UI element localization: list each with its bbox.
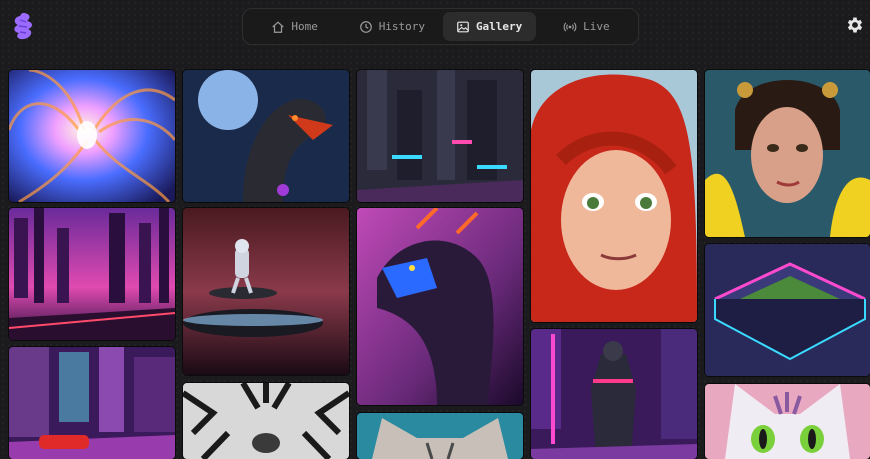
- gallery-image-neon-street-car[interactable]: [9, 347, 175, 459]
- gallery-image-tiger[interactable]: [183, 383, 349, 459]
- purple-blob-logo-icon: [14, 13, 33, 40]
- gallery-image-cyber-city-1[interactable]: [357, 70, 523, 202]
- tab-gallery[interactable]: Gallery: [442, 12, 536, 41]
- tab-live-label: Live: [583, 20, 610, 33]
- gallery-image-red-hair-girl[interactable]: [531, 70, 697, 322]
- settings-button[interactable]: [845, 15, 865, 35]
- gallery-image-neon-skyline[interactable]: [9, 208, 175, 340]
- image-icon: [457, 21, 469, 32]
- history-icon: [359, 20, 372, 33]
- tab-history-label: History: [378, 20, 426, 33]
- tab-live[interactable]: Live: [540, 12, 633, 41]
- gallery-image-astronaut-ufo[interactable]: [183, 208, 349, 375]
- gear-icon: [847, 17, 863, 33]
- gallery-grid: [0, 64, 870, 459]
- home-icon: [272, 20, 285, 33]
- gallery-image-cat[interactable]: [357, 413, 523, 459]
- broadcast-icon: [563, 21, 577, 32]
- gallery-image-samurai[interactable]: [531, 329, 697, 459]
- gallery-image-stadium[interactable]: [705, 244, 870, 376]
- main-nav: Home History Gallery Live: [242, 8, 639, 45]
- gallery-image-cartoon-cat[interactable]: [705, 384, 870, 459]
- gallery-image-neon-dragon[interactable]: [357, 208, 523, 405]
- tab-home[interactable]: Home: [248, 12, 341, 41]
- gallery-image-dragon-moon[interactable]: [183, 70, 349, 202]
- app-logo[interactable]: [12, 12, 34, 40]
- tab-home-label: Home: [291, 20, 318, 33]
- tab-gallery-label: Gallery: [475, 20, 523, 33]
- tab-history[interactable]: History: [345, 12, 438, 41]
- gallery-image-phoenix[interactable]: [9, 70, 175, 202]
- gallery-image-warrior-woman[interactable]: [705, 70, 870, 237]
